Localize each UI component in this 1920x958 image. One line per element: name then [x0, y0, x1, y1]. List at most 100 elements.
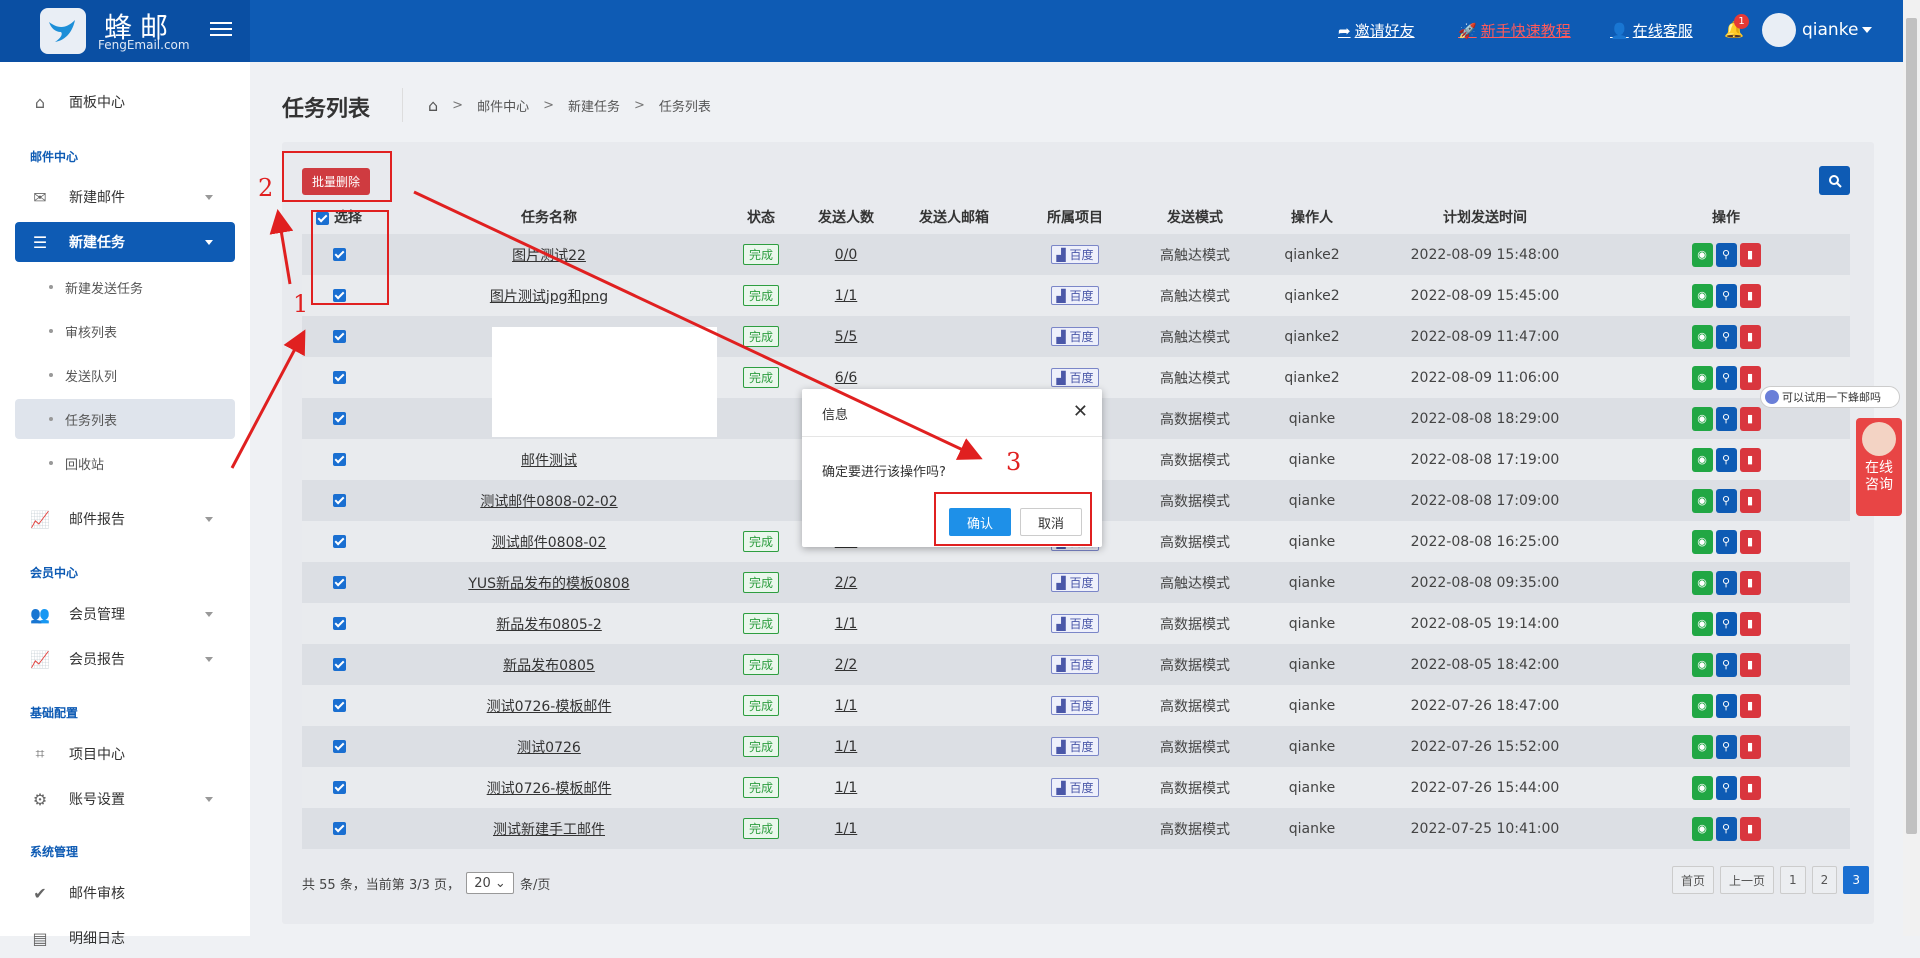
row-select[interactable]	[302, 521, 376, 562]
detail-button[interactable]: ⚲	[1715, 324, 1737, 349]
task-name-link[interactable]: 测试邮件0808-02-02	[480, 494, 617, 510]
delete-button[interactable]: ▮	[1739, 611, 1761, 636]
row-select[interactable]	[302, 439, 376, 480]
task-name-link[interactable]: 邮件测试	[521, 453, 577, 469]
view-button[interactable]: ◉	[1691, 365, 1713, 390]
delete-button[interactable]: ▮	[1739, 734, 1761, 759]
view-button[interactable]: ◉	[1691, 447, 1713, 472]
send-count-link[interactable]: 5/5	[835, 329, 858, 345]
sidebar-sub-review-list[interactable]: 审核列表	[15, 311, 235, 351]
view-button[interactable]: ◉	[1691, 242, 1713, 267]
first-page-button[interactable]: 首页	[1672, 866, 1715, 894]
send-count-link[interactable]: 1/1	[835, 739, 858, 755]
row-checkbox[interactable]	[332, 412, 346, 425]
detail-button[interactable]: ⚲	[1715, 529, 1737, 554]
sidebar-item-mail-report[interactable]: 📈 邮件报告	[15, 499, 235, 539]
task-name-link[interactable]: YUS新品发布的模板0808	[468, 576, 629, 592]
row-checkbox[interactable]	[332, 781, 346, 794]
row-select[interactable]	[302, 644, 376, 685]
row-checkbox[interactable]	[332, 617, 346, 630]
row-select[interactable]	[302, 685, 376, 726]
send-count-link[interactable]: 6/6	[835, 370, 858, 386]
row-select[interactable]	[302, 480, 376, 521]
send-count-link[interactable]: 1/1	[835, 288, 858, 304]
sidebar-sub-send-queue[interactable]: 发送队列	[15, 355, 235, 395]
delete-button[interactable]: ▮	[1739, 447, 1761, 472]
sidebar-sub-task-list[interactable]: 任务列表	[15, 399, 235, 439]
row-checkbox[interactable]	[332, 576, 346, 589]
breadcrumb-item[interactable]: 新建任务	[568, 96, 620, 115]
view-button[interactable]: ◉	[1691, 283, 1713, 308]
task-name-link[interactable]: 测试邮件0808-02	[492, 535, 607, 551]
sidebar-item-new-mail[interactable]: ✉ 新建邮件	[15, 177, 235, 217]
detail-button[interactable]: ⚲	[1715, 447, 1737, 472]
row-select[interactable]	[302, 603, 376, 644]
page-button[interactable]: 1	[1780, 866, 1806, 894]
page-size-select[interactable]: 20 ⌄	[466, 872, 514, 894]
detail-button[interactable]: ⚲	[1715, 242, 1737, 267]
sidebar-sub-recycle-bin[interactable]: 回收站	[15, 443, 235, 483]
sidebar-item-new-task[interactable]: ☰ 新建任务	[15, 222, 235, 262]
row-checkbox[interactable]	[332, 822, 346, 835]
task-name-link[interactable]: 新品发布0805	[503, 658, 595, 674]
sidebar-sub-new-send-task[interactable]: 新建发送任务	[15, 267, 235, 307]
delete-button[interactable]: ▮	[1739, 775, 1761, 800]
sidebar-item-member-mgmt[interactable]: 👥 会员管理	[15, 594, 235, 634]
delete-button[interactable]: ▮	[1739, 570, 1761, 595]
send-count-link[interactable]: 2/2	[835, 575, 858, 591]
detail-button[interactable]: ⚲	[1715, 488, 1737, 513]
sidebar-item-member-report[interactable]: 📈 会员报告	[15, 639, 235, 679]
prev-page-button[interactable]: 上一页	[1720, 866, 1775, 894]
sidebar-item-account-settings[interactable]: ⚙ 账号设置	[15, 779, 235, 819]
send-count-link[interactable]: 1/1	[835, 616, 858, 632]
row-select[interactable]	[302, 767, 376, 808]
tutorial-link[interactable]: 🚀 新手快速教程	[1458, 20, 1571, 41]
detail-button[interactable]: ⚲	[1715, 283, 1737, 308]
task-name-link[interactable]: 测试0726	[517, 740, 581, 756]
detail-button[interactable]: ⚲	[1715, 406, 1737, 431]
row-checkbox[interactable]	[332, 330, 346, 343]
row-checkbox[interactable]	[332, 658, 346, 671]
page-button[interactable]: 2	[1811, 866, 1838, 894]
chevron-down-icon[interactable]	[1862, 27, 1872, 33]
sidebar-item-dashboard[interactable]: ⌂ 面板中心	[15, 82, 235, 122]
chat-bubble[interactable]: 可以试用一下蜂邮吗	[1760, 386, 1900, 408]
view-button[interactable]: ◉	[1691, 652, 1713, 677]
delete-button[interactable]: ▮	[1739, 816, 1761, 841]
detail-button[interactable]: ⚲	[1715, 652, 1737, 677]
view-button[interactable]: ◉	[1691, 529, 1713, 554]
send-count-link[interactable]: 1/1	[835, 780, 858, 796]
detail-button[interactable]: ⚲	[1715, 611, 1737, 636]
support-link[interactable]: 👤 在线客服	[1610, 20, 1693, 41]
send-count-link[interactable]: 1/1	[835, 821, 858, 837]
search-button[interactable]	[1819, 166, 1850, 195]
delete-button[interactable]: ▮	[1739, 406, 1761, 431]
detail-button[interactable]: ⚲	[1715, 693, 1737, 718]
task-name-link[interactable]: 图片测试22	[512, 248, 586, 264]
row-checkbox[interactable]	[332, 699, 346, 712]
task-name-link[interactable]: 测试0726-模板邮件	[487, 699, 612, 715]
task-name-link[interactable]: 图片测试jpg和png	[490, 289, 608, 305]
delete-button[interactable]: ▮	[1739, 365, 1761, 390]
row-select[interactable]	[302, 357, 376, 398]
detail-button[interactable]: ⚲	[1715, 816, 1737, 841]
menu-toggle-icon[interactable]	[210, 18, 232, 40]
detail-button[interactable]: ⚲	[1715, 775, 1737, 800]
breadcrumb-item[interactable]: 邮件中心	[477, 96, 529, 115]
scrollbar-thumb[interactable]	[1906, 18, 1917, 834]
view-button[interactable]: ◉	[1691, 734, 1713, 759]
row-select[interactable]	[302, 562, 376, 603]
view-button[interactable]: ◉	[1691, 693, 1713, 718]
task-name-link[interactable]: 测试0726-模板邮件	[487, 781, 612, 797]
send-count-link[interactable]: 0/0	[835, 247, 858, 263]
delete-button[interactable]: ▮	[1739, 529, 1761, 554]
row-select[interactable]	[302, 808, 376, 849]
row-select[interactable]	[302, 398, 376, 439]
task-name-link[interactable]: 新品发布0805-2	[496, 617, 602, 633]
row-checkbox[interactable]	[332, 740, 346, 753]
send-count-link[interactable]: 1/1	[835, 698, 858, 714]
view-button[interactable]: ◉	[1691, 324, 1713, 349]
delete-button[interactable]: ▮	[1739, 242, 1761, 267]
delete-button[interactable]: ▮	[1739, 488, 1761, 513]
detail-button[interactable]: ⚲	[1715, 734, 1737, 759]
